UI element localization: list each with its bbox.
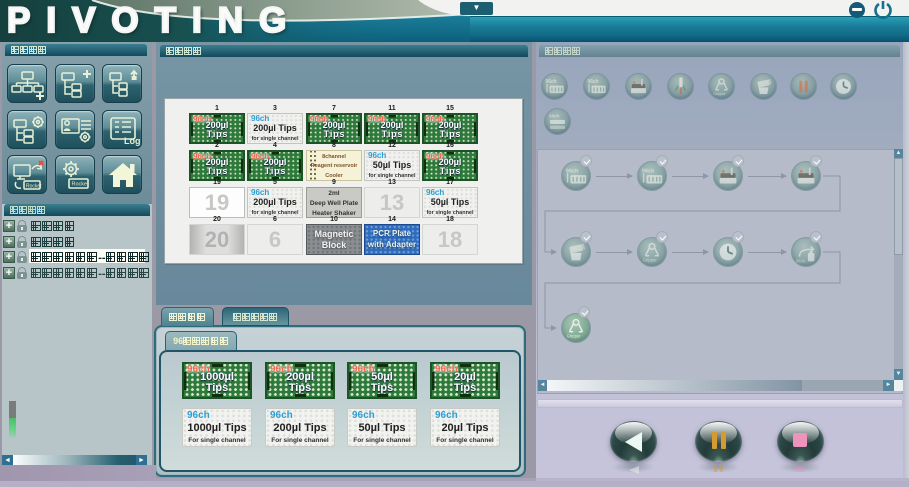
svg-text:Gripper: Gripper <box>713 92 726 96</box>
svg-text:Rocket: Rocket <box>26 184 42 190</box>
svg-text:96ch: 96ch <box>549 113 560 118</box>
svg-text:Rocket: Rocket <box>72 182 90 188</box>
svg-text:Log: Log <box>124 136 141 146</box>
